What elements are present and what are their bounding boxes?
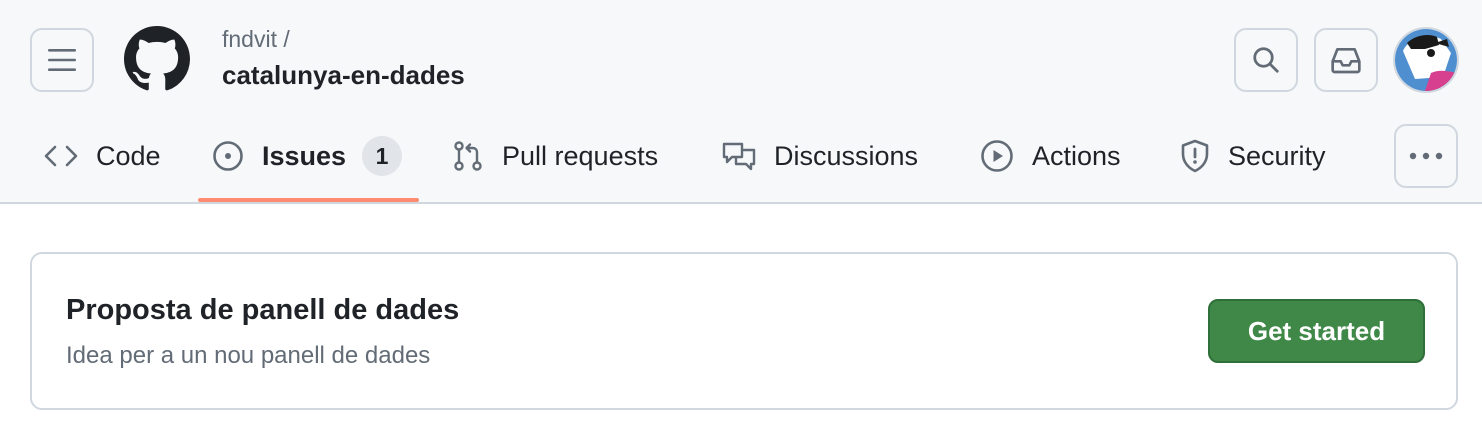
repo-name-link[interactable]: catalunya-en-dades	[222, 60, 465, 91]
tab-label: Pull requests	[502, 140, 659, 171]
play-icon	[981, 140, 1013, 172]
notifications-button[interactable]	[1314, 28, 1378, 92]
template-title: Proposta de panell de dades	[66, 294, 460, 326]
avatar-image	[1395, 29, 1457, 91]
issue-template-card: Proposta de panell de dades Idea per a u…	[30, 252, 1458, 410]
inbox-icon	[1331, 48, 1361, 74]
tab-code[interactable]: Code	[44, 126, 161, 186]
tab-label: Discussions	[774, 140, 919, 171]
code-icon	[44, 145, 78, 167]
global-menu-button[interactable]	[30, 28, 94, 92]
search-button[interactable]	[1234, 28, 1298, 92]
tab-label: Issues	[262, 140, 347, 171]
comment-discussion-icon	[722, 142, 756, 171]
get-started-button[interactable]: Get started	[1208, 299, 1425, 363]
issue-opened-icon	[213, 141, 243, 171]
tab-pull-requests[interactable]: Pull requests	[452, 126, 658, 186]
tab-actions[interactable]: Actions	[980, 126, 1121, 186]
selected-tab-indicator	[198, 198, 419, 202]
repo-header: fndvit / catalunya-en-dades Code Issues …	[0, 0, 1482, 204]
shield-icon	[1181, 139, 1209, 173]
tab-security[interactable]: Security	[1180, 126, 1326, 186]
repo-owner-link[interactable]: fndvit /	[222, 26, 290, 53]
tab-label: Code	[96, 140, 161, 171]
github-logo-icon[interactable]	[124, 26, 190, 92]
tab-discussions[interactable]: Discussions	[722, 126, 918, 186]
hamburger-icon	[48, 49, 76, 71]
template-description: Idea per a un nou panell de dades	[66, 342, 431, 369]
issues-count-badge: 1	[362, 136, 403, 176]
tab-label: Actions	[1032, 140, 1121, 171]
search-icon	[1253, 47, 1279, 73]
kebab-horizontal-icon	[1409, 152, 1443, 160]
tab-issues[interactable]: Issues 1	[212, 126, 403, 186]
more-tabs-button[interactable]	[1394, 124, 1458, 188]
tab-label: Security	[1228, 140, 1326, 171]
git-pull-request-icon	[454, 141, 482, 171]
user-avatar[interactable]	[1393, 27, 1459, 93]
